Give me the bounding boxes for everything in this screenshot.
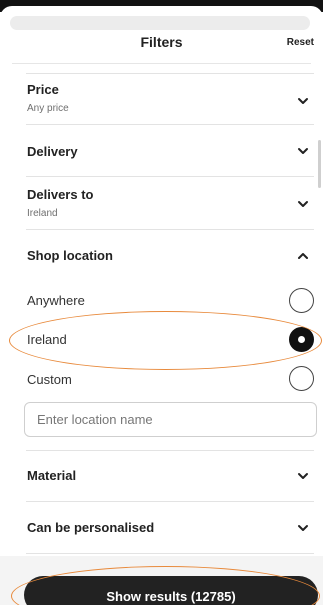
- option-ireland-label: Ireland: [27, 332, 67, 347]
- reset-button[interactable]: Reset: [287, 37, 314, 48]
- chevron-down-icon: [296, 469, 310, 483]
- chevron-down-icon: [296, 197, 310, 211]
- chevron-down-icon: [296, 94, 310, 108]
- divider: [26, 501, 314, 502]
- show-results-button[interactable]: Show results (12785): [24, 576, 318, 605]
- radio-custom[interactable]: [289, 366, 314, 391]
- chevron-down-icon: [296, 144, 310, 158]
- header-divider: [12, 63, 311, 64]
- option-anywhere-label: Anywhere: [27, 293, 85, 308]
- filter-delivery-title: Delivery: [27, 144, 78, 159]
- location-name-input[interactable]: [24, 402, 317, 437]
- filter-personalised-title: Can be personalised: [27, 520, 155, 535]
- radio-anywhere[interactable]: [289, 288, 314, 313]
- filters-header: Filters Reset: [0, 24, 323, 60]
- option-custom-label: Custom: [27, 372, 72, 387]
- filter-shop-location-title: Shop location: [27, 248, 113, 263]
- radio-ireland[interactable]: [289, 327, 314, 352]
- filter-price-value: Any price: [27, 103, 69, 114]
- divider: [26, 553, 314, 554]
- divider: [26, 450, 314, 451]
- filter-delivers-to-title: Delivers to: [27, 187, 94, 202]
- chevron-up-icon: [296, 249, 310, 263]
- page-title: Filters: [140, 34, 183, 50]
- divider: [26, 229, 314, 230]
- radio-selected-dot: [298, 336, 305, 343]
- filter-delivers-to-value: Ireland: [27, 208, 58, 219]
- filter-price-title: Price: [27, 82, 59, 97]
- divider: [26, 124, 314, 125]
- divider: [26, 73, 314, 74]
- chevron-down-icon: [296, 521, 310, 535]
- filter-material-title: Material: [27, 468, 77, 483]
- divider: [26, 176, 314, 177]
- scrollbar[interactable]: [318, 140, 321, 188]
